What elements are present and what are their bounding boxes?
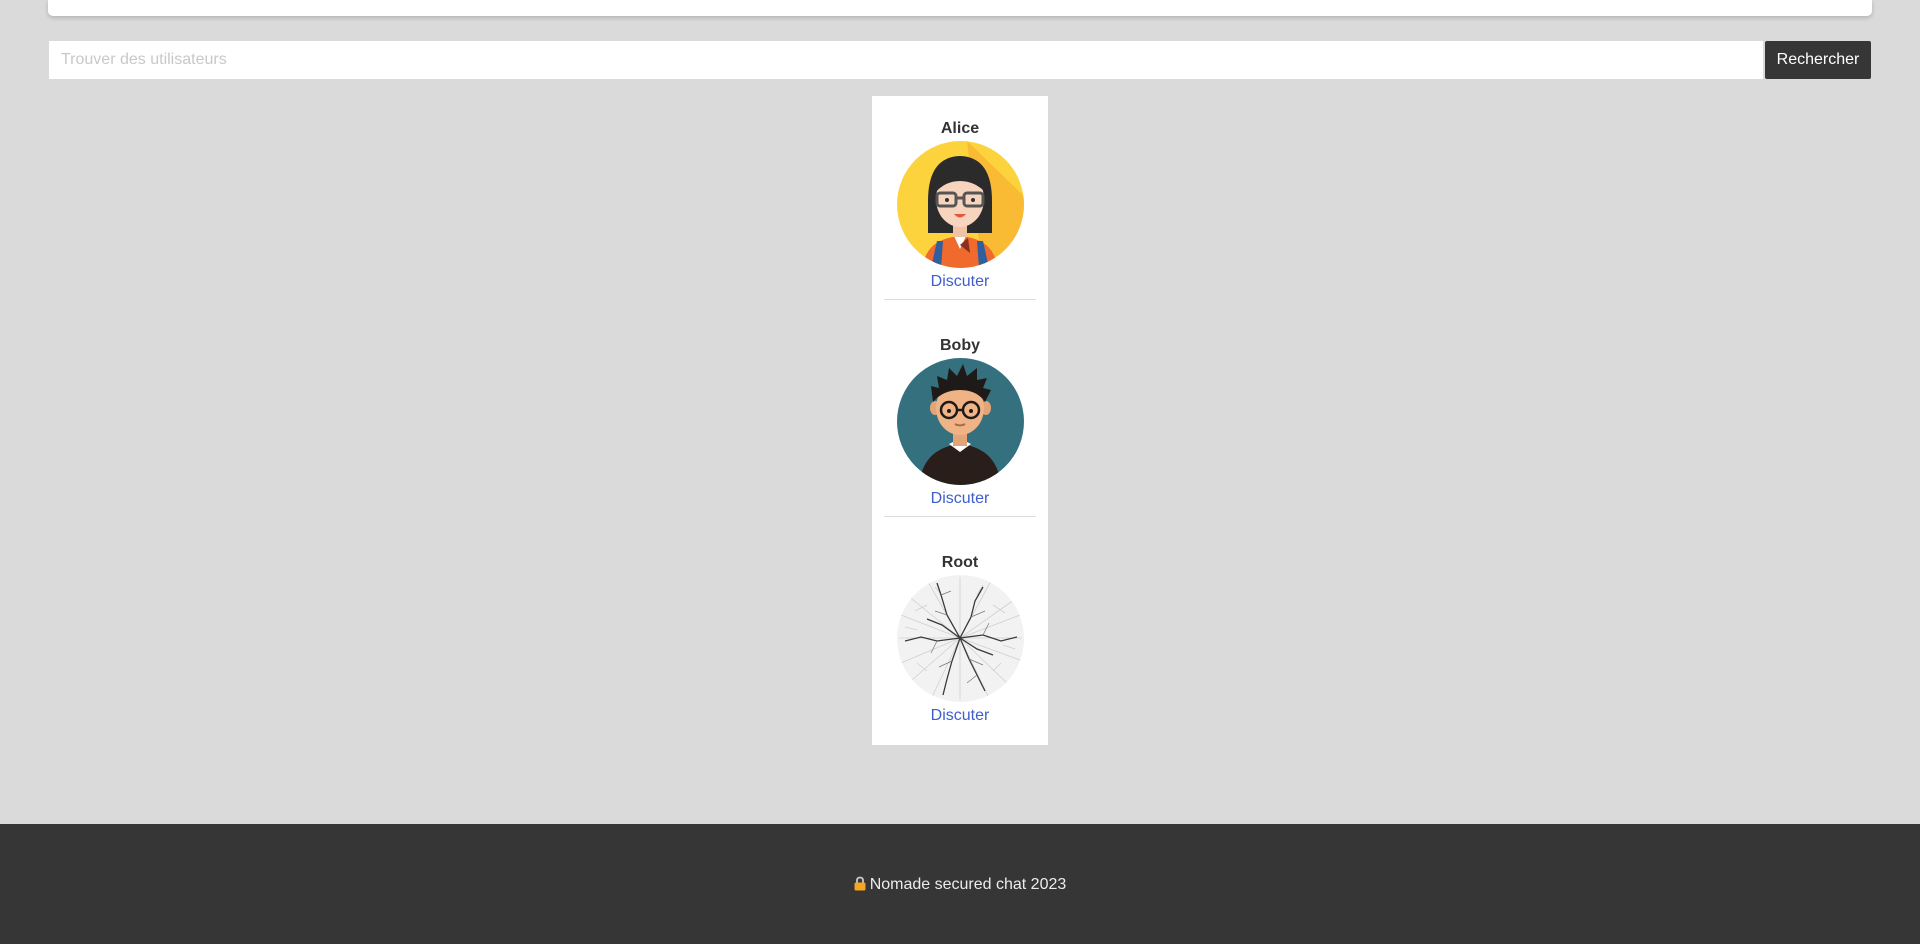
chat-link[interactable]: Discuter xyxy=(872,706,1048,726)
chat-link[interactable]: Discuter xyxy=(872,272,1048,292)
user-name: Root xyxy=(941,554,979,571)
user-name: Boby xyxy=(940,337,980,354)
man-glasses-avatar-icon xyxy=(896,358,1024,485)
footer-copyright: Nomade secured chat 2023 xyxy=(869,876,1067,893)
top-bar xyxy=(48,0,1872,16)
footer-text-row: Nomade secured chat 2023 xyxy=(0,876,1920,896)
lock-icon xyxy=(854,876,866,896)
divider xyxy=(884,299,1036,300)
user-card: Root Discuter xyxy=(872,553,1048,726)
footer: Nomade secured chat 2023 xyxy=(0,824,1920,944)
divider xyxy=(884,516,1036,517)
chat-link[interactable]: Discuter xyxy=(872,489,1048,509)
search-bar: Rechercher xyxy=(49,41,1871,79)
root-tree-avatar-icon xyxy=(896,575,1024,702)
search-button[interactable]: Rechercher xyxy=(1765,41,1871,79)
search-input[interactable] xyxy=(49,41,1763,79)
woman-glasses-avatar-icon xyxy=(896,141,1024,268)
user-card: Boby Discuter xyxy=(872,336,1048,509)
user-name: Alice xyxy=(940,120,980,137)
user-card: Alice Discuter xyxy=(872,119,1048,292)
user-list: Alice Discuter Boby Discuter Root Discut… xyxy=(872,96,1048,745)
